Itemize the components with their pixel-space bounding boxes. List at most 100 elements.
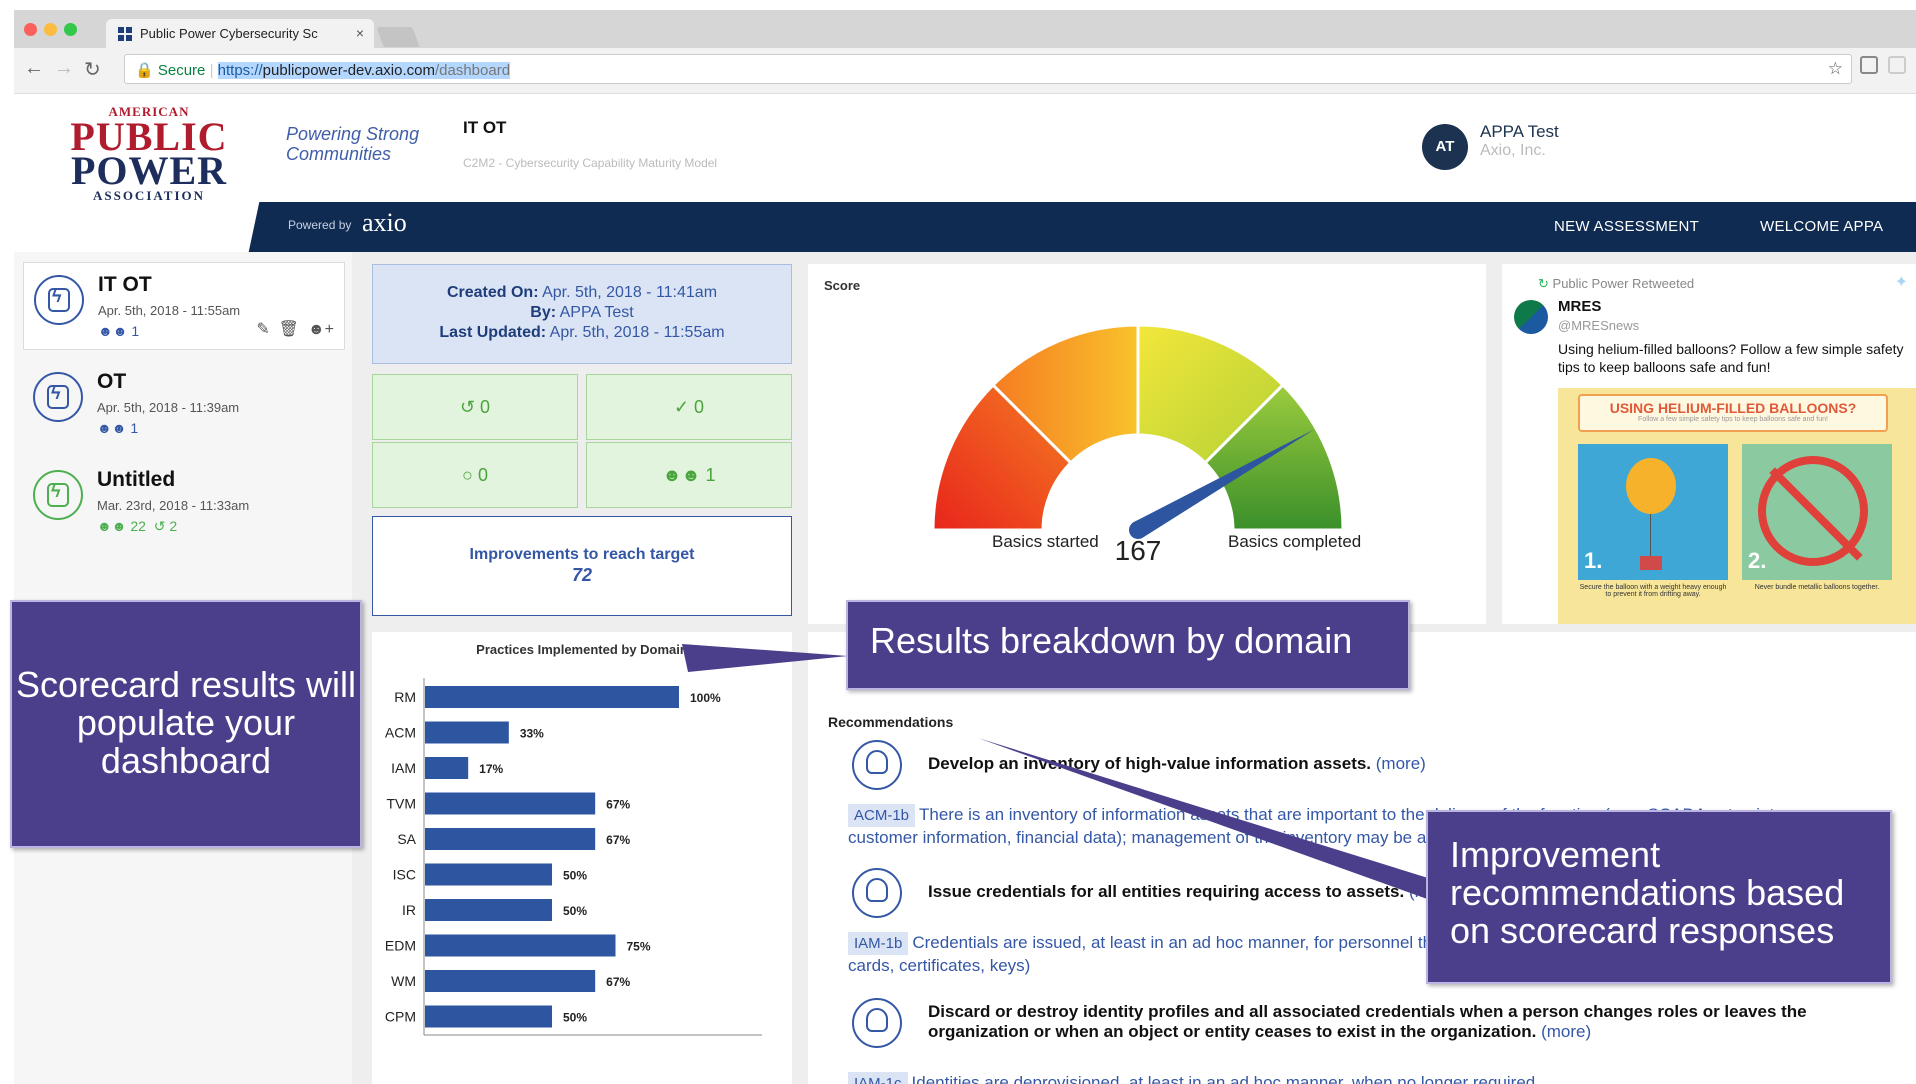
- browser-tab[interactable]: Public Power Cybersecurity Sc ×: [106, 19, 374, 48]
- improvements-box[interactable]: Improvements to reach target 72: [372, 516, 792, 616]
- tab-title: Public Power Cybersecurity Sc: [140, 26, 318, 41]
- tweet-author[interactable]: MRES: [1558, 298, 1601, 315]
- history-stat[interactable]: ↺ 0: [372, 374, 578, 440]
- user-name[interactable]: APPA Test: [1480, 122, 1559, 142]
- welcome-link[interactable]: WELCOME APPA: [1760, 218, 1883, 235]
- bar-value-label: 50%: [563, 869, 587, 883]
- app-header: AMERICAN PUBLIC POWER ASSOCIATION Poweri…: [14, 94, 1916, 212]
- extension-icon[interactable]: [1860, 56, 1878, 74]
- mres-avatar[interactable]: [1514, 300, 1548, 334]
- windows-favicon-icon: [118, 27, 132, 41]
- scorecard-callout: Scorecard results will populate your das…: [10, 600, 362, 848]
- tab-bar: Public Power Cybersecurity Sc ×: [14, 10, 1916, 48]
- bar-value-label: 67%: [606, 975, 630, 989]
- forward-arrow-icon[interactable]: →: [54, 57, 74, 80]
- axio-logo[interactable]: axio: [362, 208, 407, 238]
- users-icon: ☻☻: [662, 465, 701, 485]
- lightning-icon: ϟ: [34, 275, 84, 325]
- lightbulb-icon: [852, 998, 902, 1048]
- tab-close-icon[interactable]: ×: [356, 25, 364, 41]
- avatar[interactable]: AT: [1422, 124, 1468, 170]
- url-host: publicpower-dev.axio.com: [262, 62, 435, 79]
- completed-value: 0: [694, 397, 705, 417]
- practice-code[interactable]: IAM-1b: [848, 932, 909, 955]
- project-subtitle: C2M2 - Cybersecurity Capability Maturity…: [463, 156, 718, 170]
- lightbulb-icon: [852, 740, 902, 790]
- more-link[interactable]: (more): [1376, 754, 1426, 773]
- assessment-name: OT: [97, 370, 127, 393]
- history-value: 0: [480, 397, 491, 417]
- assessment-item-ot[interactable]: ϟ OT Apr. 5th, 2018 - 11:39am ☻☻ 1: [23, 360, 345, 448]
- more-link[interactable]: (more): [1541, 1022, 1591, 1041]
- reload-icon[interactable]: ↻: [84, 57, 101, 82]
- gauge-left-label: Basics started: [992, 532, 1099, 551]
- by-value: APPA Test: [559, 304, 634, 321]
- edit-pencil-icon[interactable]: ✎: [256, 321, 269, 338]
- assessment-users: ☻☻ 1: [98, 323, 139, 339]
- url-text: https://publicpower-dev.axio.com/dashboa…: [217, 62, 511, 79]
- category-label: ISC: [393, 867, 416, 883]
- domain-bar[interactable]: [425, 721, 509, 744]
- domain-bar[interactable]: [425, 970, 596, 992]
- trash-icon[interactable]: 🗑: [279, 321, 299, 338]
- tweet-handle[interactable]: @MRESnews: [1558, 318, 1639, 333]
- domain-bar[interactable]: [425, 686, 679, 708]
- category-label: IAM: [391, 760, 416, 776]
- lightbulb-icon: [852, 868, 902, 918]
- assessment-info: Created On: Apr. 5th, 2018 - 11:41am By:…: [372, 264, 792, 364]
- assessment-name: IT OT: [98, 273, 152, 296]
- assessment-item-it-ot[interactable]: ϟ IT OT Apr. 5th, 2018 - 11:55am ☻☻ 1 ✎ …: [23, 262, 345, 350]
- bar-value-label: 50%: [563, 1011, 587, 1025]
- minimize-window-button[interactable]: [44, 23, 57, 36]
- recommendations-title: Recommendations: [828, 714, 954, 730]
- domain-bar[interactable]: [425, 899, 552, 921]
- assessment-name: Untitled: [97, 468, 176, 491]
- checkmark-icon: ✓: [673, 397, 690, 417]
- domain-bar[interactable]: [425, 792, 596, 815]
- back-arrow-icon[interactable]: ←: [24, 57, 44, 80]
- created-label: Created On:: [446, 284, 539, 301]
- domain-bar[interactable]: [425, 1005, 552, 1028]
- extension-2-icon[interactable]: [1888, 56, 1906, 74]
- bar-value-label: 33%: [520, 727, 544, 741]
- twitter-bird-icon[interactable]: ✦: [1895, 272, 1908, 292]
- bar-value-label: 67%: [606, 833, 630, 847]
- domain-bar[interactable]: [425, 828, 596, 850]
- users-icon: ☻☻: [97, 518, 127, 534]
- completed-stat[interactable]: ✓ 0: [586, 374, 792, 440]
- users-stat[interactable]: ☻☻ 1: [586, 442, 792, 508]
- appa-logo[interactable]: AMERICAN PUBLIC POWER ASSOCIATION: [64, 104, 234, 204]
- bookmark-star-icon[interactable]: ☆: [1828, 59, 1843, 79]
- gauge-right-label: Basics completed: [1228, 532, 1361, 551]
- maximize-window-button[interactable]: [64, 23, 77, 36]
- practice-code[interactable]: ACM-1b: [848, 804, 916, 827]
- category-label: SA: [397, 831, 416, 847]
- tweet-image[interactable]: USING HELIUM-FILLED BALLOONS? Follow a f…: [1558, 388, 1916, 624]
- domain-bar[interactable]: [425, 934, 616, 957]
- bar-value-label: 75%: [627, 940, 651, 954]
- bar-value-label: 67%: [606, 798, 630, 812]
- close-window-button[interactable]: [24, 23, 37, 36]
- by-label: By:: [530, 304, 557, 321]
- image-banner: USING HELIUM-FILLED BALLOONS? Follow a f…: [1578, 394, 1888, 432]
- lock-icon: 🔒: [135, 62, 154, 79]
- breakdown-callout: Results breakdown by domain: [846, 600, 1410, 690]
- balloon-icon: [1626, 458, 1676, 514]
- domain-bar-chart: RM 100% ACM 33% IAM 17% TVM 67% SA 67% ISC 50% IR 50%…: [385, 678, 762, 1036]
- step-2: 2.: [1748, 548, 1767, 573]
- domain-bar[interactable]: [425, 863, 552, 886]
- gauge-value: 167: [1115, 535, 1162, 566]
- assessment-item-untitled[interactable]: ϟ Untitled Mar. 23rd, 2018 - 11:33am ☻☻ …: [23, 458, 345, 546]
- comments-stat[interactable]: ○ 0: [372, 442, 578, 508]
- url-field[interactable]: 🔒 Secure | https://publicpower-dev.axio.…: [124, 54, 1852, 84]
- powered-by-label: Powered by: [288, 218, 352, 232]
- domain-bar[interactable]: [425, 757, 469, 779]
- practice-code[interactable]: IAM-1c: [848, 1072, 908, 1084]
- users-icon: ☻☻: [97, 420, 127, 436]
- users-icon: ☻☻: [98, 323, 128, 339]
- add-user-icon[interactable]: ☻+: [308, 321, 334, 338]
- new-tab-button[interactable]: [376, 27, 420, 47]
- assessment-users: ☻☻ 22 ↺ 2: [97, 518, 177, 535]
- improvements-value: 72: [571, 565, 593, 585]
- new-assessment-link[interactable]: NEW ASSESSMENT: [1554, 218, 1699, 235]
